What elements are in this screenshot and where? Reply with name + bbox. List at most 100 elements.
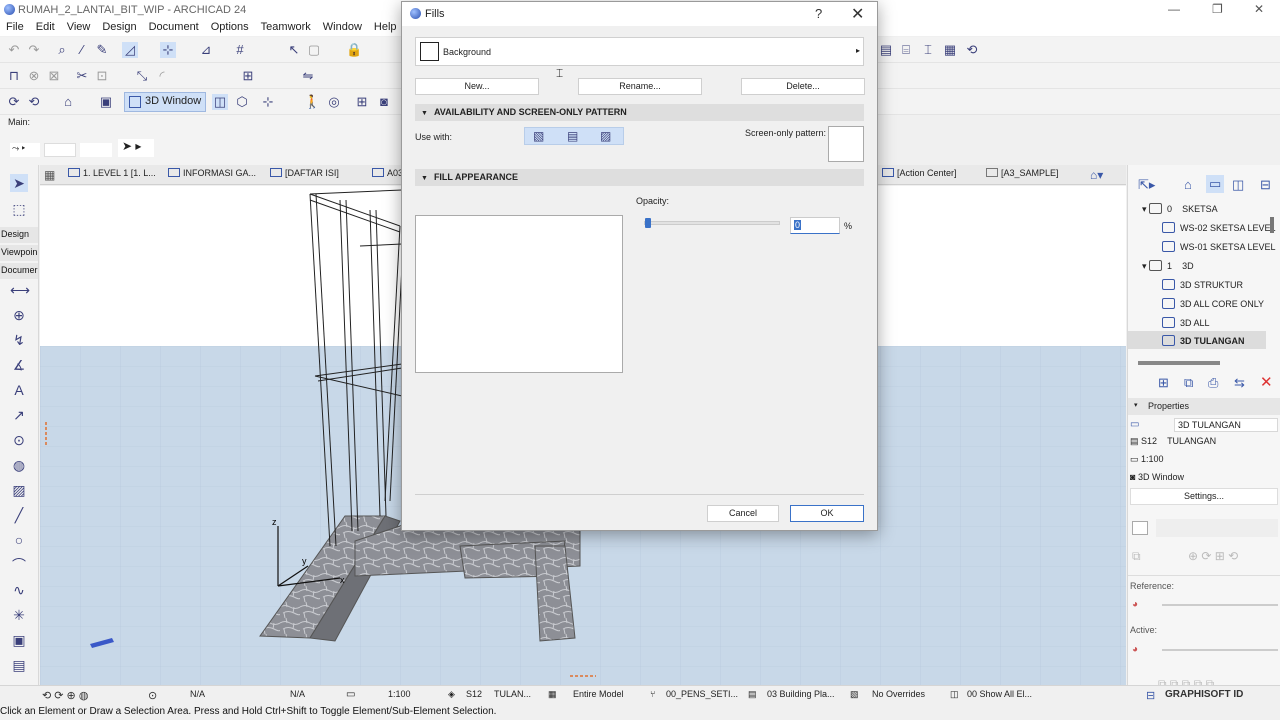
pen-set[interactable]: 00_PENS_SETI... xyxy=(666,689,738,699)
orbit-status-icon[interactable]: ⟲ ⟳ ⊕ ◍ xyxy=(42,689,88,702)
clone-icon[interactable]: ⧉ xyxy=(1184,375,1193,391)
opacity-slider-thumb[interactable] xyxy=(645,218,651,228)
layout-book-icon[interactable]: ⌸ xyxy=(898,42,914,58)
palette-document[interactable]: Documer xyxy=(0,263,38,279)
opacity-input[interactable]: 0 xyxy=(790,217,840,234)
cover-fill-icon[interactable]: ▨ xyxy=(600,129,611,143)
snap-guide-icon[interactable]: ⊹ xyxy=(160,42,176,58)
tab-overview-icon[interactable]: ▦ xyxy=(44,168,55,184)
palette-viewpoint[interactable]: Viewpoin xyxy=(0,245,38,261)
reference-slider[interactable] xyxy=(1162,604,1278,606)
publisher-icon[interactable]: ⊟ xyxy=(1260,177,1271,193)
menu-file[interactable]: File xyxy=(0,20,30,36)
minimize-button[interactable]: — xyxy=(1168,2,1180,16)
close-window-button[interactable]: ✕ xyxy=(1254,2,1264,16)
explore-icon[interactable]: ◎ xyxy=(326,94,342,110)
nav-item-ws02[interactable]: WS-02 SKETSA LEVEL xyxy=(1162,222,1276,233)
palette-design[interactable]: Design xyxy=(0,227,38,243)
eyedropper-icon[interactable]: ✎ xyxy=(94,42,110,58)
3d-projection-icon[interactable]: ◫ xyxy=(212,94,228,110)
hotlink-icon[interactable]: ⟲ xyxy=(964,42,980,58)
navigator-popup-icon[interactable]: ⇱▸ xyxy=(1138,177,1155,193)
section-view-icon[interactable]: ▣ xyxy=(98,94,114,110)
nav-item-3d-struktur[interactable]: 3D STRUKTUR xyxy=(1162,279,1243,290)
marker-tool-icon[interactable]: ⊙ xyxy=(10,431,28,449)
view-name-field[interactable]: 3D TULANGAN xyxy=(1174,418,1278,432)
marquee-tool-icon[interactable]: ⬚ xyxy=(10,200,28,218)
hatch-tool-icon[interactable]: ▨ xyxy=(10,481,28,499)
cutting-plane-icon[interactable]: ⊞ xyxy=(354,94,370,110)
hotspot-tool-icon[interactable]: ✳ xyxy=(10,606,28,624)
availability-section-header[interactable]: ▼ AVAILABILITY AND SCREEN-ONLY PATTERN xyxy=(415,104,864,121)
model-view-option[interactable]: 03 Building Pla... xyxy=(767,689,835,699)
arc-icon[interactable]: ◜ xyxy=(154,68,170,84)
figure-tool-icon[interactable]: ▣ xyxy=(10,631,28,649)
cursor-snap-icon[interactable]: ↖ xyxy=(286,42,302,58)
tab-3d-menu-icon[interactable]: ⌂▾ xyxy=(1090,168,1103,184)
new-fill-button[interactable]: New... xyxy=(415,78,539,95)
menu-window[interactable]: Window xyxy=(317,20,368,36)
section-icon[interactable]: ⌶ xyxy=(920,42,936,58)
intersect-icon[interactable]: ⊗ xyxy=(26,68,42,84)
layout-book-icon[interactable]: ◫ xyxy=(1232,177,1244,193)
nav-item-3d-tulangan[interactable]: 3D TULANGAN xyxy=(1128,331,1266,349)
fill-type-dropdown[interactable]: Background ▸ xyxy=(415,37,864,66)
settings-button[interactable]: Settings... xyxy=(1130,488,1278,505)
split-icon[interactable]: ✂ xyxy=(74,68,90,84)
model-filter[interactable]: Entire Model xyxy=(573,689,624,699)
array-icon[interactable]: ⊞ xyxy=(240,68,256,84)
properties-header[interactable]: ▾ Properties xyxy=(1128,398,1280,415)
drafting-fill-icon[interactable]: ▧ xyxy=(533,129,544,143)
help-button[interactable]: ? xyxy=(815,6,822,21)
dimension-tool-icon[interactable]: ⟷ xyxy=(10,281,30,299)
fillet-icon[interactable]: ⊡ xyxy=(94,68,110,84)
snap-points-icon[interactable]: ⊿ xyxy=(198,42,214,58)
move-view-icon[interactable]: ⇆ xyxy=(1234,375,1245,391)
polyline-tool-icon[interactable]: ⌒ xyxy=(10,556,28,574)
arrow-tool-icon[interactable]: ➤ xyxy=(10,174,28,192)
undo-icon[interactable]: ↶ xyxy=(6,42,22,58)
pen-selector[interactable]: ⤳ ▸ xyxy=(10,143,40,157)
rebuild-icon[interactable]: ⟲ xyxy=(26,94,42,110)
layer-name[interactable]: TULAN... xyxy=(494,689,531,699)
tab-informasi[interactable]: INFORMASI GA... xyxy=(168,168,256,184)
label-tool-icon[interactable]: ↗ xyxy=(10,406,28,424)
renovation-filter[interactable]: 00 Show All El... xyxy=(967,689,1032,699)
table-icon[interactable]: ▦ xyxy=(942,42,958,58)
zoom-icon[interactable]: ⊙ xyxy=(148,689,157,702)
menu-teamwork[interactable]: Teamwork xyxy=(255,20,317,36)
camera-icon[interactable]: ◙ xyxy=(376,94,392,110)
walk-icon[interactable]: 🚶 xyxy=(304,94,320,110)
screen-only-pattern-swatch[interactable] xyxy=(828,126,864,162)
view-map-icon[interactable]: ▭ xyxy=(1206,175,1225,193)
redo-icon[interactable]: ↷ xyxy=(26,42,42,58)
dialog-close-button[interactable]: ✕ xyxy=(851,4,864,24)
scale-value[interactable]: 1:100 xyxy=(388,689,411,699)
magic-wand-icon[interactable]: ⁄ xyxy=(74,42,90,58)
nav-folder-3d[interactable]: ▾ 1 3D xyxy=(1142,260,1194,272)
delete-fill-button[interactable]: Delete... xyxy=(741,78,865,95)
opacity-slider[interactable] xyxy=(644,218,780,228)
graphic-overrides[interactable]: No Overrides xyxy=(872,689,925,699)
orbit-icon[interactable]: ⊹ xyxy=(260,94,276,110)
nav-item-3d-all-core[interactable]: 3D ALL CORE ONLY xyxy=(1162,298,1264,309)
cancel-button[interactable]: Cancel xyxy=(707,505,779,522)
info-input[interactable] xyxy=(44,143,76,157)
line-tool-icon[interactable]: ╱ xyxy=(10,506,28,524)
find-select-icon[interactable]: ⌕ xyxy=(54,42,70,58)
tab-daftar-isi[interactable]: [DAFTAR ISI] xyxy=(270,168,339,184)
lock-icon[interactable]: 🔒 xyxy=(346,42,362,58)
fill-appearance-section-header[interactable]: ▼ FILL APPEARANCE xyxy=(415,169,864,186)
guide-line-icon[interactable]: ◿ xyxy=(122,42,138,58)
spline-tool-icon[interactable]: ∿ xyxy=(10,581,28,599)
new-folder-icon[interactable]: ⊞ xyxy=(1158,375,1169,391)
rotation-value[interactable]: N/A xyxy=(290,689,305,699)
fill-tool-icon[interactable]: ◍ xyxy=(10,456,28,474)
zoom-value[interactable]: N/A xyxy=(190,689,205,699)
menu-document[interactable]: Document xyxy=(143,20,205,36)
3d-window-button[interactable]: 3D Window xyxy=(124,92,207,112)
project-map-icon[interactable]: ⌂ xyxy=(1184,177,1192,192)
info-input-2[interactable] xyxy=(80,143,112,157)
tab-level-1[interactable]: 1. LEVEL 1 [1. L... xyxy=(68,168,156,184)
arrow-tool-selector[interactable]: ➤ ▸ xyxy=(118,139,154,157)
